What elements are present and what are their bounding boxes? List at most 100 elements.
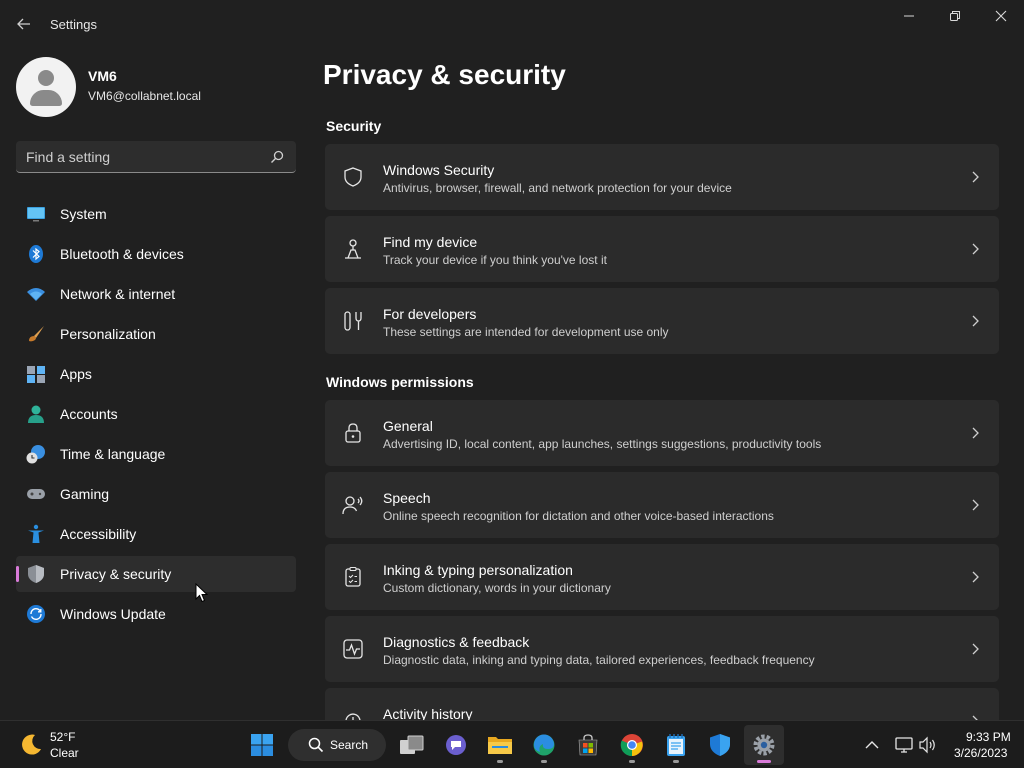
tools-icon [344,311,362,331]
sidebar-item-accounts[interactable]: Accounts [16,396,296,432]
taskbar-search-button[interactable]: Search [288,729,386,761]
back-button[interactable] [12,12,36,36]
card-description: Diagnostic data, inking and typing data,… [383,653,815,667]
card-title: For developers [383,306,477,322]
chevron-right-icon [972,243,979,255]
accessibility-icon [28,524,44,543]
sidebar-item-label: Accounts [60,406,118,422]
sidebar-item-network[interactable]: Network & internet [16,276,296,312]
chrome-icon [620,734,643,757]
chevron-right-icon [972,427,979,439]
chevron-right-icon [972,643,979,655]
sidebar-item-label: Windows Update [60,606,166,622]
card-diagnostics-feedback[interactable]: Diagnostics & feedback Diagnostic data, … [325,616,999,682]
restore-button[interactable] [932,0,978,32]
volume-icon [919,736,935,754]
show-hidden-icons-button[interactable] [862,735,882,755]
sidebar-item-personalization[interactable]: Personalization [16,316,296,352]
selection-indicator [16,566,19,582]
sidebar-item-apps[interactable]: Apps [16,356,296,392]
edge-button[interactable] [524,725,564,765]
speech-icon [342,496,363,515]
task-view-button[interactable] [392,725,432,765]
settings-app-button[interactable] [744,725,784,765]
main-content: Privacy & security Security Windows Secu… [310,48,1024,720]
clock-date: 3/26/2023 [954,746,1008,760]
weather-condition: Clear [50,746,79,760]
sidebar-item-label: Gaming [60,486,110,502]
user-profile[interactable]: VM6 VM6@collabnet.local [16,57,296,117]
notepad-icon [667,734,685,756]
card-description: Advertising ID, local content, app launc… [383,437,822,451]
sidebar-nav: System Bluetooth & devices Network & int… [16,196,296,636]
file-explorer-icon [488,737,512,754]
chevron-right-icon [972,171,979,183]
task-view-icon [400,735,424,754]
chrome-button[interactable] [612,725,652,765]
sidebar-item-bluetooth[interactable]: Bluetooth & devices [16,236,296,272]
running-indicator [629,760,635,763]
sidebar-item-label: Accessibility [60,526,137,542]
card-speech[interactable]: Speech Online speech recognition for dic… [325,472,999,538]
back-arrow-icon [17,18,30,30]
network-icon [895,737,913,753]
card-title: Windows Security [383,162,495,178]
sidebar-item-windows-update[interactable]: Windows Update [16,596,296,632]
clock-time: 9:33 PM [966,730,1011,744]
store-icon [578,734,598,756]
sidebar-item-accessibility[interactable]: Accessibility [16,516,296,552]
volume-button[interactable] [918,735,938,755]
sidebar-item-gaming[interactable]: Gaming [16,476,296,512]
running-indicator [497,760,503,763]
defender-button[interactable] [700,725,740,765]
notepad-button[interactable] [656,725,696,765]
sidebar-item-system[interactable]: System [16,196,296,232]
section-title-security: Security [326,118,382,134]
defender-icon [710,734,730,756]
chevron-right-icon [972,715,978,720]
sidebar-item-label: Time & language [60,446,166,462]
sidebar-item-privacy-security[interactable]: Privacy & security [16,556,296,592]
sidebar-item-label: Bluetooth & devices [60,246,184,262]
minimize-button[interactable] [886,0,932,32]
taskbar-search-label: Search [330,738,369,752]
teams-chat-icon [446,735,466,755]
card-description: Online speech recognition for dictation … [383,509,774,523]
wifi-icon [27,288,45,301]
pulse-icon [343,639,363,659]
title-bar: Settings [0,0,1024,48]
search-field[interactable]: Find a setting [16,141,296,173]
edge-icon [533,734,555,756]
card-inking-typing[interactable]: Inking & typing personalization Custom d… [325,544,999,610]
network-status-button[interactable] [894,735,914,755]
weather-temperature: 52°F [50,730,76,744]
card-general[interactable]: General Advertising ID, local content, a… [325,400,999,466]
gamepad-icon [27,489,45,499]
search-input[interactable]: Find a setting [26,149,110,165]
bluetooth-icon [29,245,43,263]
section-title-windows-permissions: Windows permissions [326,374,474,390]
sidebar-item-time-language[interactable]: Time & language [16,436,296,472]
start-button[interactable] [242,725,282,765]
teams-chat-button[interactable] [436,725,476,765]
file-explorer-button[interactable] [480,725,520,765]
app-title: Settings [50,17,97,32]
store-button[interactable] [568,725,608,765]
card-title: Activity history [383,706,473,720]
minimize-icon [904,15,914,17]
card-activity-history[interactable]: Activity history [325,688,999,720]
chevron-right-icon [972,571,979,583]
settings-gear-icon [753,734,775,756]
person-pin-icon [345,239,361,259]
close-button[interactable] [978,0,1024,32]
card-description: Antivirus, browser, firewall, and networ… [383,181,732,195]
card-find-my-device[interactable]: Find my device Track your device if you … [325,216,999,282]
apps-icon [27,366,45,383]
profile-name: VM6 [88,68,117,84]
card-for-developers[interactable]: For developers These settings are intend… [325,288,999,354]
profile-email: VM6@collabnet.local [88,89,201,103]
card-windows-security[interactable]: Windows Security Antivirus, browser, fir… [325,144,999,210]
sidebar-item-label: Apps [60,366,92,382]
avatar [16,57,76,117]
update-icon [27,605,45,623]
